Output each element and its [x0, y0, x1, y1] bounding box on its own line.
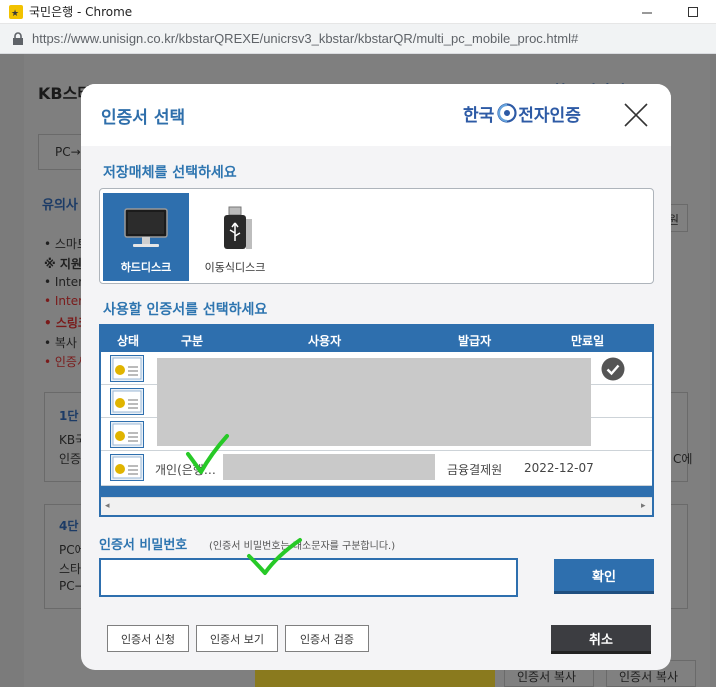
storage-removable-disk[interactable]: 이동식디스크: [192, 193, 278, 281]
certificate-icon: [110, 388, 144, 415]
kb-favicon-icon: ★: [9, 4, 23, 19]
certificate-dialog: 인증서 선택 한국 전자인증 저장매체를 선택하세요 하드디스크 이동식디스크 …: [81, 84, 671, 670]
col-type: 구분: [181, 334, 204, 348]
bg-step4-line: 스타: [59, 562, 82, 576]
table-row[interactable]: 개인(은행… 금융결제원 2022-12-07: [101, 451, 652, 486]
bg-step1-right: C에: [673, 452, 693, 466]
cell-issuer: 금융결제원: [447, 463, 503, 477]
maximize-icon: [687, 6, 698, 17]
cell-expiry: 2022-12-07: [524, 461, 594, 475]
brand-text-1: 한국: [463, 105, 495, 126]
dialog-header: 인증서 선택 한국 전자인증: [81, 84, 671, 146]
storage-label: 저장매체를 선택하세요: [103, 165, 237, 181]
selected-check-icon: [601, 357, 625, 381]
selected-row-highlight: [101, 486, 652, 497]
storage-hard-disk[interactable]: 하드디스크: [103, 193, 189, 281]
minimize-button[interactable]: [624, 0, 670, 24]
bg-tab-label: PC→: [55, 145, 81, 159]
scroll-right-icon[interactable]: ▸: [641, 501, 646, 511]
cert-view-button[interactable]: 인증서 보기: [196, 625, 278, 652]
storage-removable-disk-label: 이동식디스크: [204, 261, 266, 274]
browser-titlebar: ★ 국민은행 - Chrome: [0, 0, 716, 24]
crosscert-logo-icon: [497, 103, 517, 123]
window-title: 국민은행 - Chrome: [29, 5, 133, 19]
monitor-icon: [124, 208, 168, 247]
col-status: 상태: [117, 334, 140, 348]
svg-text:★: ★: [11, 9, 19, 19]
cert-select-label: 사용할 인증서를 선택하세요: [103, 302, 268, 318]
certificate-icon: [110, 355, 144, 382]
cert-apply-button[interactable]: 인증서 신청: [107, 625, 189, 652]
bg-step4-title: 4단: [59, 519, 79, 533]
close-icon[interactable]: [621, 100, 651, 130]
maximize-button[interactable]: [670, 0, 716, 24]
usb-drive-icon: [224, 206, 252, 249]
table-header: 상태 구분 사용자 발급자 만료일: [101, 326, 652, 352]
brand-text-2: 전자인증: [518, 105, 581, 126]
bg-caution-label: 유의사: [42, 198, 78, 213]
scroll-left-icon[interactable]: ◂: [105, 501, 110, 511]
cert-verify-button[interactable]: 인증서 검증: [285, 625, 369, 652]
brand-logo: 한국 전자인증: [463, 100, 581, 126]
green-checkmark-icon: [186, 434, 229, 474]
certificate-icon: [110, 421, 144, 448]
bg-bullet: ※ 지원: [44, 257, 82, 271]
password-input[interactable]: [99, 558, 518, 597]
certificate-icon: [110, 454, 144, 481]
bg-tab[interactable]: PC→: [38, 134, 82, 170]
storage-hard-disk-label: 하드디스크: [120, 261, 172, 274]
bg-copy-button-label: 인증서 복사: [619, 670, 679, 684]
redacted-user: [223, 454, 435, 480]
address-bar[interactable]: https://www.unisign.co.kr/kbstarQREXE/un…: [0, 24, 716, 54]
bg-step1-title: 1단: [59, 409, 79, 423]
green-checkmark-icon: [247, 538, 302, 575]
horizontal-scrollbar[interactable]: ◂ ▸: [101, 497, 652, 515]
cancel-button[interactable]: 취소: [551, 625, 651, 654]
bg-step1-line: 인증: [59, 452, 82, 466]
confirm-button[interactable]: 확인: [554, 559, 654, 594]
col-expiry: 만료일: [571, 334, 605, 348]
lock-icon: [13, 31, 23, 45]
bg-bullet: • 복사: [44, 336, 77, 350]
col-user: 사용자: [308, 334, 342, 348]
minimize-icon: [641, 12, 652, 13]
storage-selector: 하드디스크 이동식디스크: [99, 188, 654, 284]
password-label: 인증서 비밀번호: [99, 538, 188, 553]
bg-copy-button-label: 인증서 복사: [517, 670, 577, 684]
url-text[interactable]: https://www.unisign.co.kr/kbstarQREXE/un…: [32, 31, 578, 46]
window-controls: [624, 0, 716, 24]
certificate-table: 상태 구분 사용자 발급자 만료일 개인(은행… 금융결제원 2022-12-0…: [99, 324, 654, 517]
dialog-title: 인증서 선택: [101, 108, 186, 128]
col-issuer: 발급자: [458, 334, 492, 348]
